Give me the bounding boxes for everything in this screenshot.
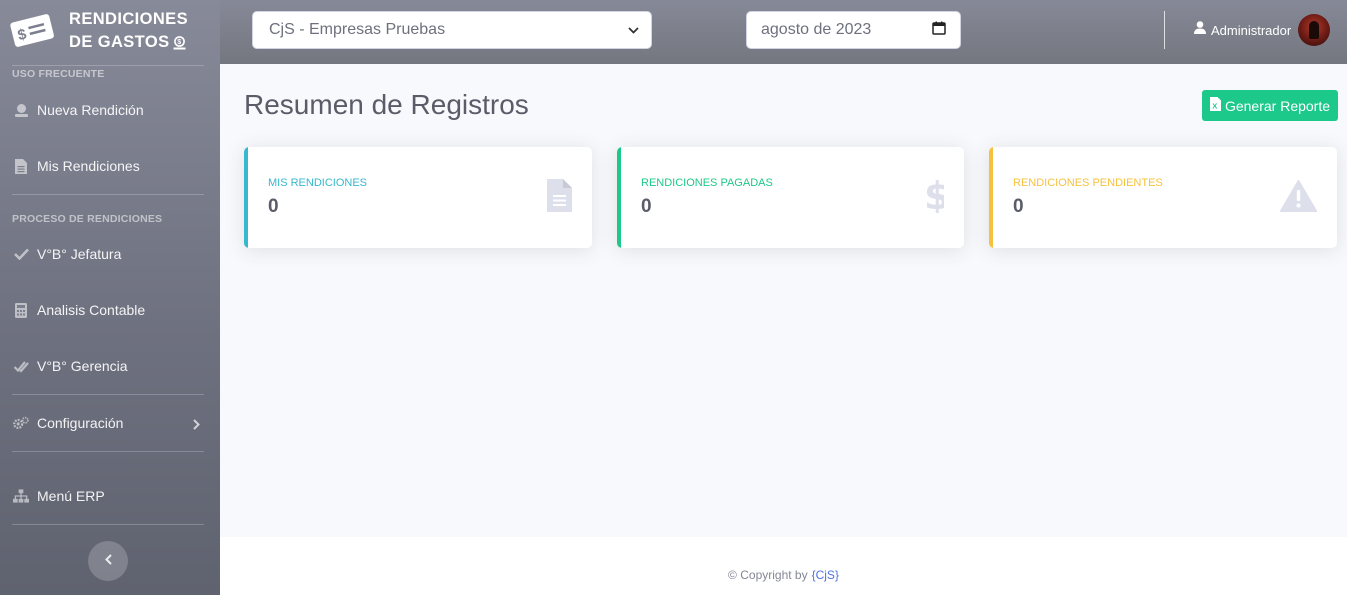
card-label: MIS RENDICIONES xyxy=(268,177,368,189)
footer-copyright: © Copyright by xyxy=(728,568,808,582)
sidebar: $ RENDICIONES DE GASTOS $ USO FRECUENTE … xyxy=(0,0,220,595)
card-value: 0 xyxy=(641,196,652,217)
dollar-icon: $ xyxy=(924,174,950,218)
gears-icon xyxy=(13,415,29,431)
user-name: Administrador xyxy=(1211,22,1292,38)
sidebar-item-mis-rendiciones[interactable]: Mis Rendiciones xyxy=(0,146,220,186)
sidebar-heading-process: PROCESO DE RENDICIONES xyxy=(12,213,163,225)
card-rendiciones-pagadas[interactable]: RENDICIONES PAGADAS 0 $ xyxy=(617,147,964,248)
month-picker-input[interactable]: agosto de 2023 xyxy=(746,11,961,49)
check-icon xyxy=(13,246,29,262)
brand-line-2: DE GASTOS xyxy=(69,33,170,51)
brand[interactable]: $ RENDICIONES DE GASTOS $ xyxy=(0,0,220,64)
file-icon xyxy=(547,179,572,217)
svg-text:X: X xyxy=(1212,102,1217,111)
sidebar-item-label: Mis Rendiciones xyxy=(37,158,140,174)
card-accent-bar xyxy=(617,147,621,248)
sidebar-item-configuracion[interactable]: Configuración xyxy=(0,403,220,443)
company-select[interactable]: CjS - Empresas Pruebas xyxy=(252,11,652,49)
sidebar-item-menu-erp[interactable]: Menú ERP xyxy=(0,476,220,516)
sidebar-divider xyxy=(12,524,204,525)
calculator-icon xyxy=(13,302,29,318)
svg-text:$: $ xyxy=(178,39,182,46)
month-picker-value: agosto de 2023 xyxy=(761,21,872,38)
sidebar-divider xyxy=(12,394,204,395)
card-value: 0 xyxy=(268,196,279,217)
footer-link[interactable]: {CjS} xyxy=(812,568,839,582)
page-title: Resumen de Registros xyxy=(244,89,529,120)
excel-file-icon: X xyxy=(1209,97,1221,114)
sidebar-divider xyxy=(12,194,204,195)
sidebar-divider xyxy=(12,451,204,452)
footer: © Copyright by {CjS} xyxy=(220,537,1347,595)
sidebar-item-label: Analisis Contable xyxy=(37,302,146,318)
generate-report-label: Generar Reporte xyxy=(1224,97,1331,114)
chevron-down-icon xyxy=(628,21,639,39)
sidebar-item-label: V°B° Gerencia xyxy=(37,358,128,374)
sitemap-icon xyxy=(13,488,29,504)
coin-hand-icon: $ xyxy=(173,34,186,57)
card-value: 0 xyxy=(1013,196,1024,217)
card-accent-bar xyxy=(989,147,993,248)
card-rendiciones-pendientes[interactable]: RENDICIONES PENDIENTES 0 xyxy=(989,147,1337,248)
sidebar-item-vb-jefatura[interactable]: V°B° Jefatura xyxy=(0,234,220,274)
sidebar-item-vb-gerencia[interactable]: V°B° Gerencia xyxy=(0,346,220,386)
card-mis-rendiciones[interactable]: MIS RENDICIONES 0 xyxy=(244,147,592,248)
brand-line-1: RENDICIONES xyxy=(69,10,188,28)
sidebar-item-analisis-contable[interactable]: Analisis Contable xyxy=(0,290,220,330)
chevron-right-icon xyxy=(193,417,200,433)
sidebar-item-label: Configuración xyxy=(37,415,124,431)
sidebar-toggle-button[interactable] xyxy=(88,541,128,581)
calendar-icon[interactable] xyxy=(932,21,946,40)
avatar[interactable] xyxy=(1298,14,1331,46)
card-label: RENDICIONES PENDIENTES xyxy=(1013,177,1163,189)
sidebar-heading-frequent: USO FRECUENTE xyxy=(12,68,105,80)
chevron-left-icon xyxy=(104,552,112,570)
topbar-divider xyxy=(1164,11,1165,49)
sidebar-item-nueva-rendicion[interactable]: Nueva Rendición xyxy=(0,90,220,130)
card-accent-bar xyxy=(244,147,248,248)
sidebar-item-label: Menú ERP xyxy=(37,488,105,504)
sidebar-item-label: V°B° Jefatura xyxy=(37,246,122,262)
user-coin-icon xyxy=(13,102,29,118)
user-menu[interactable]: Administrador xyxy=(1194,14,1331,46)
warning-icon xyxy=(1280,180,1317,217)
svg-text:$: $ xyxy=(924,177,944,213)
generate-report-button[interactable]: X Generar Reporte xyxy=(1202,90,1338,121)
card-label: RENDICIONES PAGADAS xyxy=(641,177,773,189)
receipt-dollar-icon: $ xyxy=(9,11,55,54)
sidebar-item-label: Nueva Rendición xyxy=(37,102,144,118)
company-select-value: CjS - Empresas Pruebas xyxy=(269,21,446,38)
file-icon xyxy=(13,158,29,174)
brand-title: RENDICIONES DE GASTOS $ xyxy=(69,8,188,57)
sidebar-divider xyxy=(12,65,204,66)
user-icon xyxy=(1194,21,1206,39)
double-check-icon xyxy=(13,358,29,374)
topbar: CjS - Empresas Pruebas agosto de 2023 Ad… xyxy=(220,0,1347,64)
